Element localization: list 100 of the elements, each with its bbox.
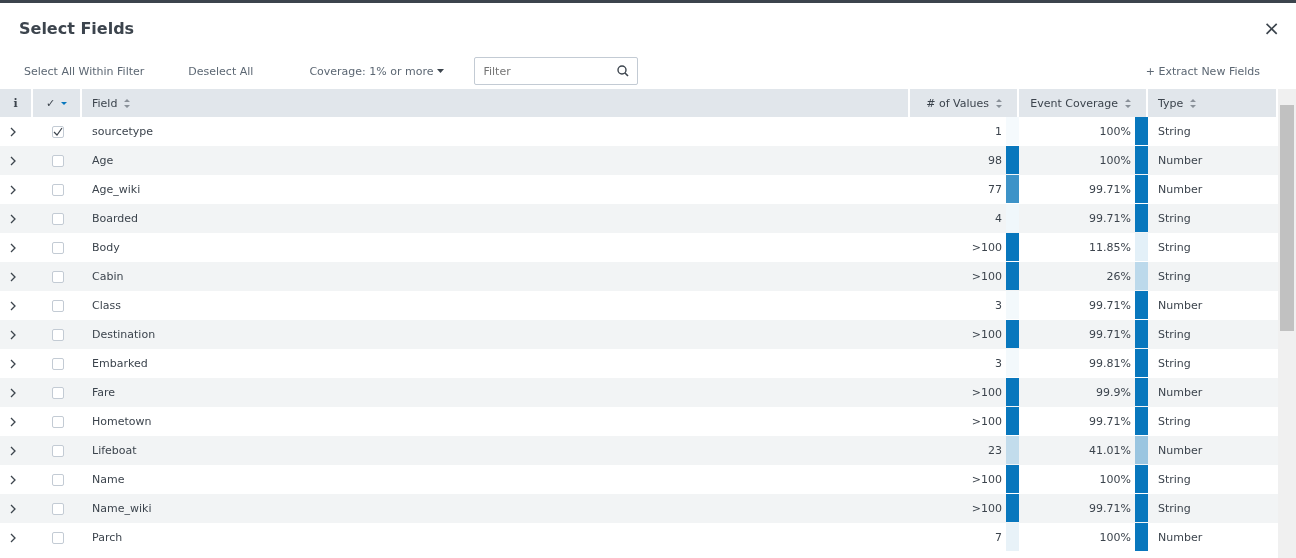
table-cell: 99.71% — [1089, 502, 1131, 515]
table-cell: 1 — [995, 125, 1002, 138]
table-cell: String — [1158, 270, 1191, 283]
table-cell: 7 — [995, 531, 1002, 544]
table-cell: 100% — [1099, 125, 1131, 138]
chevron-right-icon[interactable] — [10, 155, 16, 166]
checkbox[interactable] — [51, 212, 64, 225]
field-name: Class — [92, 299, 121, 312]
table-cell: 98 — [988, 154, 1002, 167]
checkbox[interactable] — [51, 154, 64, 167]
chevron-right-icon[interactable] — [10, 416, 16, 427]
checkbox[interactable] — [51, 415, 64, 428]
table-cell: Number — [1158, 531, 1203, 544]
field-name: Name — [92, 473, 125, 486]
deselect-all-link[interactable]: Deselect All — [164, 64, 278, 78]
coverage-dropdown[interactable]: Coverage: 1% or more — [277, 64, 475, 78]
chevron-right-icon[interactable] — [10, 300, 16, 311]
caret-icon — [61, 101, 68, 105]
scrollbar[interactable] — [1278, 89, 1296, 558]
field-name: Body — [92, 241, 120, 254]
table-cell: 11.85% — [1089, 241, 1131, 254]
table-cell: >100 — [971, 473, 1002, 486]
checkbox[interactable] — [51, 473, 64, 486]
checkbox[interactable] — [51, 241, 64, 254]
column-header[interactable]: Field — [82, 89, 910, 117]
checkbox[interactable] — [51, 328, 64, 341]
chevron-right-icon[interactable] — [10, 532, 16, 543]
select-all-link[interactable]: Select All Within Filter — [0, 64, 165, 78]
checkbox[interactable] — [51, 502, 64, 515]
field-name: sourcetype — [92, 125, 154, 138]
table-cell: Number — [1158, 299, 1203, 312]
table-cell: String — [1158, 357, 1191, 370]
sort-icon — [123, 97, 132, 109]
sort-icon — [995, 97, 1003, 109]
field-name: Fare — [92, 386, 116, 399]
table-cell: String — [1158, 125, 1191, 138]
field-name: Age — [92, 154, 114, 167]
chevron-right-icon[interactable] — [10, 126, 16, 137]
extract-fields-link[interactable]: + Extract New Fields — [1145, 64, 1284, 78]
table-cell: 77 — [988, 183, 1002, 196]
field-name: Cabin — [92, 270, 124, 283]
column-header[interactable]: # of Values — [910, 89, 1019, 117]
field-name: Embarked — [92, 357, 148, 370]
chevron-right-icon[interactable] — [10, 358, 16, 369]
checkbox[interactable] — [51, 125, 64, 138]
table-cell: >100 — [971, 328, 1002, 341]
table-cell: String — [1158, 415, 1191, 428]
chevron-right-icon[interactable] — [10, 445, 16, 456]
chevron-right-icon[interactable] — [10, 474, 16, 485]
checkbox[interactable] — [51, 531, 64, 544]
field-name: Parch — [92, 531, 123, 544]
table-cell: 23 — [988, 444, 1002, 457]
table-cell: Number — [1158, 183, 1203, 196]
checkbox[interactable] — [51, 270, 64, 283]
dialog-title: Select Fields — [19, 18, 135, 38]
field-name: Destination — [92, 328, 156, 341]
chevron-right-icon[interactable] — [10, 184, 16, 195]
table-cell: String — [1158, 241, 1191, 254]
column-header[interactable]: ✓ — [33, 89, 82, 117]
close-button[interactable]: × — [1259, 16, 1284, 40]
table-cell: >100 — [971, 502, 1002, 515]
column-header[interactable]: i — [0, 89, 33, 117]
checkbox[interactable] — [51, 357, 64, 370]
column-header[interactable]: Event Coverage — [1019, 89, 1148, 117]
checkbox[interactable] — [51, 444, 64, 457]
table-cell: 26% — [1106, 270, 1131, 283]
table-cell: >100 — [971, 415, 1002, 428]
table-cell: >100 — [971, 241, 1002, 254]
table-cell: 100% — [1099, 531, 1131, 544]
field-name: Age_wiki — [92, 183, 141, 196]
chevron-right-icon[interactable] — [10, 329, 16, 340]
table-cell: String — [1158, 473, 1191, 486]
table-cell: 100% — [1099, 154, 1131, 167]
checkbox[interactable] — [51, 386, 64, 399]
table-cell: 41.01% — [1089, 444, 1131, 457]
field-name: Lifeboat — [92, 444, 137, 457]
chevron-right-icon[interactable] — [10, 387, 16, 398]
table-cell: 99.71% — [1089, 183, 1131, 196]
table-cell: 100% — [1099, 473, 1131, 486]
table-cell: 99.71% — [1089, 212, 1131, 225]
table-cell: 99.71% — [1089, 299, 1131, 312]
table-cell: String — [1158, 212, 1191, 225]
column-header[interactable]: Type — [1148, 89, 1278, 117]
filter-field[interactable]: Filter — [474, 57, 639, 85]
table-cell: String — [1158, 502, 1191, 515]
table-cell: 3 — [995, 299, 1002, 312]
checkbox[interactable] — [51, 299, 64, 312]
caret-icon — [437, 69, 445, 73]
table-cell: >100 — [971, 386, 1002, 399]
table-cell: >100 — [971, 270, 1002, 283]
field-name: Hometown — [92, 415, 152, 428]
table-cell: 99.71% — [1089, 328, 1131, 341]
chevron-right-icon[interactable] — [10, 271, 16, 282]
table-cell: 4 — [995, 212, 1002, 225]
chevron-right-icon[interactable] — [10, 242, 16, 253]
checkbox[interactable] — [51, 183, 64, 196]
chevron-right-icon[interactable] — [10, 503, 16, 514]
table-cell: String — [1158, 328, 1191, 341]
chevron-right-icon[interactable] — [10, 213, 16, 224]
check-icon — [52, 127, 63, 136]
